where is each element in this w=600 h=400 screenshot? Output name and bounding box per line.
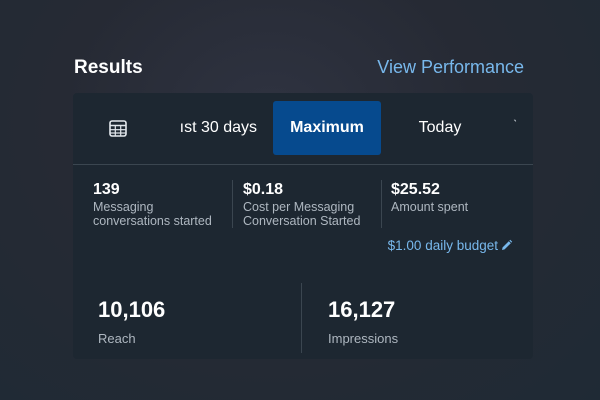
metric-value: 10,106 bbox=[98, 297, 166, 322]
daily-budget-link[interactable]: $1.00 daily budget bbox=[388, 238, 513, 253]
metric-cost-per-conversation: $0.18 Cost per Messaging Conversation St… bbox=[243, 180, 383, 228]
metric-value: $25.52 bbox=[391, 181, 440, 198]
divider bbox=[301, 283, 302, 353]
divider bbox=[232, 180, 233, 228]
results-card: ıst 30 days Maximum Today ˋ 139 Messagin… bbox=[73, 93, 533, 359]
metric-value: 139 bbox=[93, 181, 120, 198]
divider bbox=[381, 180, 382, 228]
tab-today[interactable]: Today bbox=[387, 101, 493, 155]
metric-reach: 10,106 Reach bbox=[98, 297, 165, 346]
metric-label: Messaging bbox=[93, 200, 154, 214]
metric-label: conversations started bbox=[93, 214, 212, 228]
metric-impressions: 16,127 Impressions bbox=[328, 297, 398, 346]
view-performance-link[interactable]: View Performance bbox=[377, 57, 524, 78]
results-header: Results View Performance bbox=[74, 54, 524, 82]
tab-maximum[interactable]: Maximum bbox=[273, 101, 381, 155]
metric-value: $0.18 bbox=[243, 181, 284, 198]
tab-label: ıst 30 days bbox=[179, 119, 257, 136]
metric-value: 16,127 bbox=[328, 297, 396, 322]
metric-messaging-conversations: 139 Messaging conversations started bbox=[93, 180, 233, 228]
pencil-icon bbox=[502, 239, 513, 250]
tab-overflow-glyph[interactable]: ˋ bbox=[513, 117, 517, 132]
metric-label: Impressions bbox=[328, 331, 399, 346]
metric-label: Cost per Messaging bbox=[243, 200, 355, 214]
metric-label: Reach bbox=[98, 331, 136, 346]
tab-last-30-days[interactable]: ıst 30 days bbox=[147, 101, 267, 155]
metric-label: Amount spent bbox=[391, 200, 469, 214]
metric-label: Conversation Started bbox=[243, 214, 361, 228]
results-title: Results bbox=[74, 57, 143, 78]
date-range-tabbar: ıst 30 days Maximum Today ˋ bbox=[73, 93, 533, 165]
daily-budget-label: $1.00 daily budget bbox=[387, 238, 498, 253]
calendar-icon[interactable] bbox=[108, 118, 128, 138]
metric-amount-spent: $25.52 Amount spent bbox=[391, 180, 531, 214]
